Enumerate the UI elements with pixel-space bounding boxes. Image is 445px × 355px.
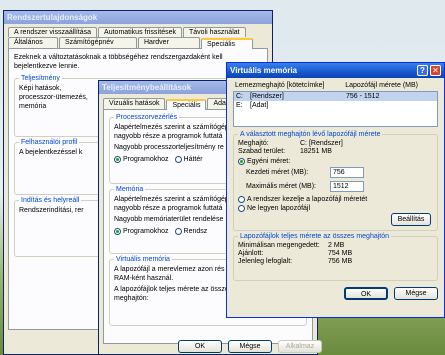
tab-advanced[interactable]: Speciális: [166, 99, 207, 110]
apply-button[interactable]: Alkalmaz: [278, 340, 322, 353]
initial-size-input[interactable]: 756: [330, 167, 364, 178]
drive-label: Meghajtó:: [238, 140, 269, 147]
total-size-title: Lapozófájlok teljes mérete az összes meg…: [240, 233, 390, 240]
intro-text: Ezeknek a változtatásoknak a többségéhez…: [14, 54, 223, 70]
minimum-value: 2 MB: [328, 242, 345, 249]
ok-button[interactable]: OK: [178, 340, 222, 353]
tab-row-top: A rendszer visszaállítása Automatikus fr…: [4, 27, 272, 37]
processor-text: Alapértelmezés szerint a számítógép nagy…: [114, 124, 229, 140]
drive-row[interactable]: E: [Adat]: [234, 101, 437, 110]
virtual-memory-titlebar[interactable]: Virtuális memória ? ✕: [227, 63, 444, 78]
tab-general[interactable]: Általános: [8, 37, 58, 48]
virtual-memory-text: A lapozófájl a merevlemez azon rés RAM-k…: [114, 266, 225, 282]
size-column-header: Lapozófájl mérete (MB): [345, 82, 418, 89]
current-label: Jelenleg lefoglalt:: [238, 258, 293, 265]
minimum-label: Minimálisan megengedett:: [238, 242, 320, 249]
system-properties-titlebar[interactable]: Rendszertulajdonságok: [4, 11, 272, 24]
tab-advanced[interactable]: Speciális: [201, 38, 253, 49]
window-title: Rendszertulajdonságok: [7, 13, 98, 22]
memory-system-radio[interactable]: Rendsz: [174, 228, 207, 235]
processor-programs-radio[interactable]: Programokhoz: [114, 156, 169, 163]
radio-dot: [174, 228, 182, 235]
help-icon[interactable]: ?: [417, 65, 428, 76]
vm-cancel-button[interactable]: Mégse: [394, 287, 438, 300]
processor-title: Processzorvezérlés: [116, 114, 178, 121]
system-managed-radio[interactable]: A rendszer kezelje a lapozófájl méretét: [238, 196, 367, 203]
startup-recovery-title: Indítás és helyreáll: [21, 197, 80, 204]
maximum-size-label: Maximális méret (MB):: [246, 183, 317, 190]
memory-text: Alapértelmezés szerint a számítógép nagy…: [114, 196, 229, 212]
tab-computer-name[interactable]: Számítógépnév: [59, 37, 137, 48]
initial-size-label: Kezdeti méret (MB):: [246, 169, 309, 176]
tab-row-bottom: Általános Számítógépnév Hardver Speciáli…: [4, 37, 272, 49]
set-button[interactable]: Beállítás: [391, 213, 431, 226]
total-size-group: Lapozófájlok teljes mérete az összes meg…: [233, 233, 438, 281]
performance-text: Képi hatások, processzor-ütemezés, memór…: [19, 85, 88, 110]
tab-system-restore[interactable]: A rendszer visszaállítása: [8, 27, 98, 37]
radio-dot: [174, 156, 182, 163]
processor-background-radio[interactable]: Háttér: [174, 156, 203, 163]
drive-column-header: Lemezmeghajtó [kötetcímke]: [235, 82, 325, 89]
memory-programs-radio[interactable]: Programokhoz: [114, 228, 169, 235]
tab-visual-effects[interactable]: Vizuális hatások: [103, 98, 166, 109]
radio-dot: [238, 196, 245, 203]
drive-row[interactable]: C: [Rendszer] 756 - 1512: [234, 92, 437, 101]
user-profile-title: Felhasználói profil: [21, 139, 78, 146]
recommended-value: 754 MB: [328, 250, 353, 257]
radio-dot: [238, 158, 245, 165]
custom-size-radio[interactable]: Egyéni méret:: [238, 158, 290, 165]
free-space-label: Szabad terület:: [238, 148, 286, 155]
drive-value: C: [Rendszer]: [300, 140, 343, 147]
radio-dot: [114, 156, 121, 163]
current-value: 756 MB: [328, 258, 353, 265]
virtual-memory-window: Virtuális memória ? ✕ Lemezmeghajtó [köt…: [226, 62, 445, 318]
performance-title: Teljesítmény: [21, 75, 60, 82]
drive-list[interactable]: C: [Rendszer] 756 - 1512 E: [Adat]: [233, 91, 438, 127]
memory-title: Memória: [116, 186, 144, 193]
tab-remote[interactable]: Távoli használat: [183, 27, 246, 37]
window-title: Virtuális memória: [230, 66, 297, 75]
selected-drive-title: A választott meghajtón lévő lapozófájl m…: [240, 131, 381, 138]
virtual-memory-text-2: A lapozófájlok teljes mérete az össze me…: [114, 286, 229, 302]
free-space-value: 18251 MB: [300, 148, 332, 155]
tab-hardware[interactable]: Hardver: [138, 37, 200, 48]
radio-dot: [114, 228, 121, 235]
virtual-memory-title: Virtuális memória: [116, 256, 170, 263]
tab-automatic-updates[interactable]: Automatikus frissítések: [98, 27, 183, 37]
cancel-button[interactable]: Mégse: [228, 340, 272, 353]
radio-dot: [238, 205, 245, 212]
drive-list-header: Lemezmeghajtó [kötetcímke] Lapozófájl mé…: [233, 82, 438, 89]
close-icon[interactable]: ✕: [430, 65, 441, 76]
maximum-size-input[interactable]: 1512: [330, 181, 364, 192]
recommended-label: Ajánlott:: [238, 250, 264, 257]
no-paging-file-radio[interactable]: Ne legyen lapozófájl: [238, 205, 310, 212]
selected-drive-group: A választott meghajtón lévő lapozófájl m…: [233, 131, 438, 231]
vm-ok-button[interactable]: OK: [344, 287, 388, 300]
